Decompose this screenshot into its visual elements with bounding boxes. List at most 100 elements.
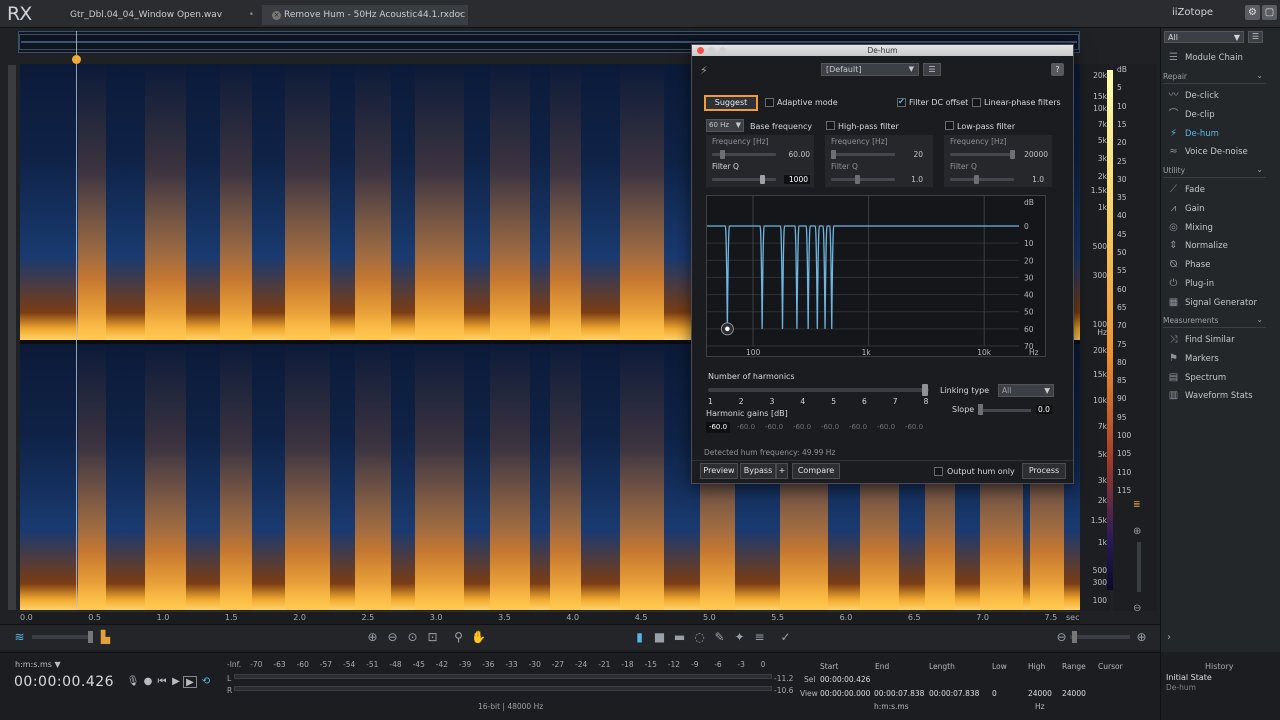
zoom-in-time-icon[interactable]: ⊕ [365, 630, 380, 645]
zoom-out-time-icon[interactable]: ⊖ [385, 630, 400, 645]
time-format-select[interactable]: h:m:s.ms ▼ [15, 660, 61, 669]
preset-select[interactable]: [Default] ▼ [821, 63, 919, 76]
category-repair[interactable]: Repair ⌄ [1163, 71, 1266, 84]
module-de-click[interactable]: 〰 De-click [1167, 88, 1219, 104]
sel-start[interactable]: 00:00:00.426 [820, 675, 870, 684]
lp-freq-value[interactable]: 20000 [1016, 150, 1048, 159]
hp-q-thumb[interactable] [855, 175, 860, 184]
harmonics-thumb[interactable] [922, 384, 928, 396]
lp-freq-thumb[interactable] [1010, 150, 1015, 159]
category-utility[interactable]: Utility ⌄ [1163, 165, 1266, 178]
vertical-zoom-slider[interactable] [1137, 542, 1141, 592]
view-end[interactable]: 00:00:07.838 [874, 689, 924, 698]
module-list-menu-icon[interactable]: ☰ [1248, 31, 1263, 43]
harmonic-gain-value[interactable]: -60.0 [846, 422, 870, 433]
harmonic-gain-value[interactable]: -60.0 [818, 422, 842, 433]
magnify-icon[interactable]: ⚲ [451, 630, 466, 645]
play-icon[interactable]: ▶ [169, 676, 183, 688]
opacity-slider[interactable] [32, 635, 92, 639]
compare-button[interactable]: Compare [792, 463, 840, 479]
lp-q-slider[interactable] [950, 178, 1014, 181]
hp-q-slider[interactable] [831, 178, 895, 181]
vertical-zoom-controls[interactable]: ≣ ⊕ ⊖ [1131, 500, 1153, 620]
rect-select-icon[interactable]: ■ [652, 630, 667, 645]
tab-remove-hum[interactable]: × Remove Hum - 50Hz Acoustic44.1.rxdoc • [262, 5, 468, 25]
module-plug-in[interactable]: ⏻ Plug-in [1167, 276, 1215, 292]
opacity-slider-thumb[interactable] [88, 631, 93, 643]
slope-value[interactable]: 0.0 [1036, 405, 1052, 414]
brush-icon[interactable]: ✎ [712, 630, 727, 645]
harmonic-gain-value[interactable]: -60.0 [902, 422, 926, 433]
bypass-plus-button[interactable]: + [776, 463, 788, 479]
history-item-dehum[interactable]: De-hum [1166, 683, 1196, 692]
dialog-title-bar[interactable]: De-hum [692, 45, 1073, 56]
base-q-value[interactable]: 1000 [784, 175, 810, 184]
tab-close-dot[interactable]: • [249, 5, 254, 25]
module-voice-de-noise[interactable]: ≈ Voice De-noise [1167, 144, 1247, 160]
zoom-out-icon[interactable]: ⊖ [1133, 603, 1141, 614]
microphone-record-icon[interactable]: 🎙 [126, 676, 140, 688]
module-mixing[interactable]: ◎ Mixing [1167, 220, 1213, 236]
left-scroll-strip[interactable] [8, 65, 16, 610]
zoom-out-freq-icon[interactable]: ⊖ [1054, 630, 1069, 645]
view-range[interactable]: 24000 [1062, 689, 1086, 698]
time-select-icon[interactable]: ▮ [632, 630, 647, 645]
category-measurements[interactable]: Measurements ⌄ [1163, 315, 1266, 328]
settings-gear-icon[interactable]: ⚙ [1245, 5, 1260, 20]
magic-wand-icon[interactable]: ✦ [732, 630, 747, 645]
spectrogram-settings-icon[interactable]: ≣ [1133, 500, 1141, 510]
close-icon[interactable]: × [272, 11, 281, 20]
suggest-button[interactable]: Suggest [704, 95, 758, 111]
low-pass-checkbox[interactable] [945, 121, 954, 130]
view-start[interactable]: 00:00:00.000 [820, 689, 870, 698]
base-freq-value[interactable]: 60.00 [782, 150, 810, 159]
module-spectrum[interactable]: ▤ Spectrum [1167, 370, 1226, 386]
preset-menu-icon[interactable]: ☰ [923, 63, 941, 76]
lp-q-value[interactable]: 1.0 [1020, 175, 1044, 184]
lp-freq-slider[interactable] [950, 153, 1014, 156]
lp-q-thumb[interactable] [974, 175, 979, 184]
module-phase[interactable]: ⦰ Phase [1167, 257, 1210, 273]
harmonic-gain-value[interactable]: -60.0 [734, 422, 758, 433]
view-low[interactable]: 0 [992, 689, 997, 698]
harmonic-gain-value[interactable]: -60.0 [762, 422, 786, 433]
preview-button[interactable]: Preview [700, 463, 738, 479]
module-gain[interactable]: ⩘ Gain [1167, 201, 1205, 217]
high-pass-checkbox[interactable] [826, 121, 835, 130]
minimize-window-icon[interactable] [708, 47, 715, 54]
tab-gtr-dbl[interactable]: Gtr_Dbl.04_04_Window Open.wav • [60, 5, 260, 25]
filter-dc-checkbox[interactable] [897, 97, 906, 107]
harmonic-gain-value[interactable]: -60.0 [706, 422, 730, 433]
waveform-view-icon[interactable]: ≋ [12, 630, 27, 645]
playhead-line[interactable] [76, 31, 77, 610]
record-icon[interactable]: ● [141, 676, 155, 688]
module-de-hum[interactable]: ⚡ De-hum [1167, 126, 1219, 142]
loop-icon[interactable]: ⟲ [199, 676, 213, 688]
hp-freq-value[interactable]: 20 [901, 150, 923, 159]
lightning-icon[interactable]: ⚡ [700, 64, 708, 77]
tab-close-dot[interactable]: • [457, 5, 462, 25]
hp-freq-thumb[interactable] [831, 150, 836, 159]
module-de-clip[interactable]: ⌒ De-clip [1167, 107, 1215, 123]
spectrogram-view-icon[interactable]: ▙ [98, 630, 113, 645]
view-high[interactable]: 24000 [1028, 689, 1052, 698]
help-button[interactable]: ? [1051, 63, 1064, 76]
close-window-icon[interactable] [697, 47, 704, 54]
base-freq-thumb[interactable] [720, 150, 725, 159]
rewind-icon[interactable]: ⏮ [155, 676, 169, 688]
zoom-window-icon[interactable] [719, 47, 726, 54]
lasso-icon[interactable]: ◌ [692, 630, 707, 645]
play-selection-icon[interactable]: ▶ [183, 676, 197, 688]
base-frequency-select[interactable]: 60 Hz ▼ [706, 119, 744, 132]
freq-select-icon[interactable]: ▬ [672, 630, 687, 645]
base-q-thumb[interactable] [760, 175, 765, 184]
harmonic-gain-value[interactable]: -60.0 [790, 422, 814, 433]
module-waveform-stats[interactable]: ▥ Waveform Stats [1167, 388, 1253, 404]
harmonic-gain-value[interactable]: -60.0 [874, 422, 898, 433]
window-toggle-icon[interactable]: ▢ [1262, 5, 1277, 20]
module-chain-button[interactable]: ☰ Module Chain [1167, 50, 1243, 66]
zoom-in-icon[interactable]: ⊕ [1133, 526, 1141, 537]
playhead-marker[interactable] [72, 55, 81, 64]
hand-icon[interactable]: ✋ [471, 630, 486, 645]
linear-phase-checkbox[interactable] [972, 98, 981, 107]
